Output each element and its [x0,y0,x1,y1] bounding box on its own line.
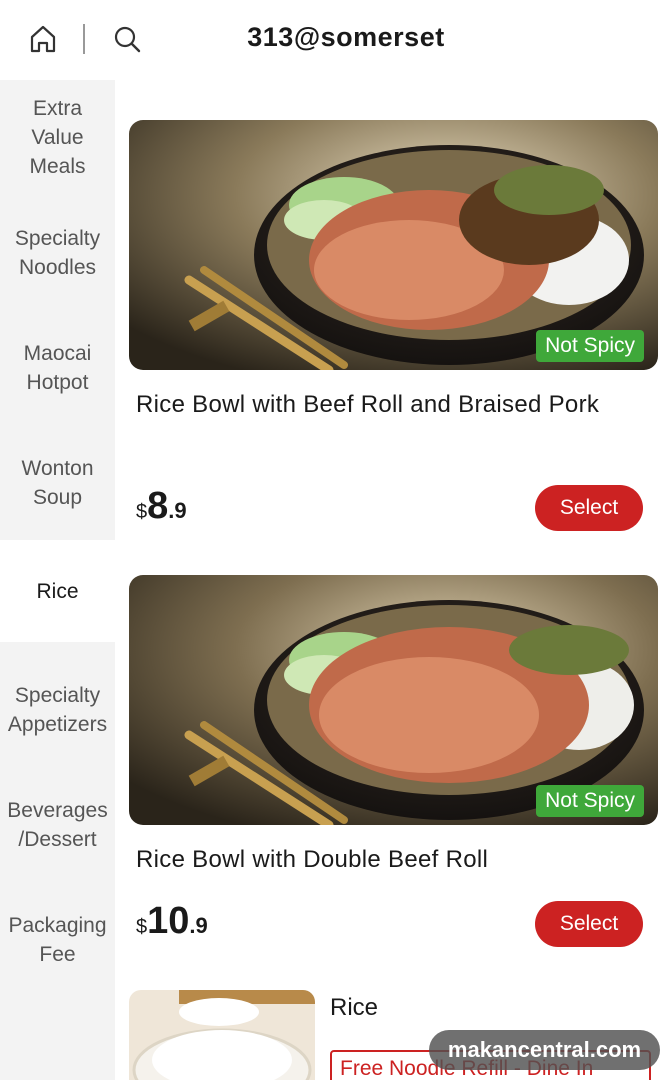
not-spicy-badge: Not Spicy [536,785,644,817]
sidebar-item-extra-value-meals[interactable]: Extra Value Meals [0,80,115,195]
product-price: $10.9 [136,900,208,943]
sidebar-item-label: Beverages /Dessert [7,798,108,851]
sidebar-item-label: Rice [36,579,79,603]
select-button[interactable]: Select [535,485,643,531]
product-image[interactable]: Not Spicy [129,575,658,825]
app-header: 313@somerset [0,0,672,80]
sidebar-item-label: Extra Value Meals [29,97,86,178]
sidebar-item-label: Wonton Soup [21,456,94,509]
plain-rice-photo [129,990,315,1080]
sidebar-item-maocai-hotpot[interactable]: Maocai Hotpot [0,310,115,425]
price-decimal: .9 [168,498,187,523]
product-name: Rice Bowl with Beef Roll and Braised Por… [136,391,600,418]
watermark: makancentral.com [429,1030,660,1070]
currency-symbol: $ [136,501,148,523]
sidebar-item-label: Maocai Hotpot [23,341,92,394]
product-image[interactable] [129,990,315,1080]
sidebar-item-specialty-appetizers[interactable]: Specialty Appetizers [0,652,115,767]
sidebar-item-specialty-noodles[interactable]: Specialty Noodles [0,195,115,310]
currency-symbol: $ [136,916,148,938]
sidebar-item-wonton-soup[interactable]: Wonton Soup [0,425,115,540]
product-name: Rice Bowl with Double Beef Roll [136,846,489,873]
sidebar-item-beverages-dessert[interactable]: Beverages /Dessert [0,767,115,882]
price-integer: 8 [147,485,169,527]
category-sidebar: Extra Value Meals Specialty Noodles Maoc… [0,80,115,1080]
not-spicy-badge: Not Spicy [536,330,644,362]
sidebar-item-rice[interactable]: Rice [0,540,115,642]
select-button[interactable]: Select [535,901,643,947]
store-title: 313@somerset [247,22,445,52]
product-list: Not Spicy Rice Bowl with Beef Roll and B… [115,80,672,1080]
product-name: Rice [330,994,379,1021]
sidebar-item-label: Packaging Fee [8,913,107,966]
sidebar-item-label: Specialty Appetizers [7,683,108,736]
price-decimal: .9 [189,913,208,938]
product-image[interactable]: Not Spicy [129,120,658,370]
sidebar-item-label: Specialty Noodles [14,226,101,279]
price-integer: 10 [147,900,190,942]
sidebar-item-packaging-fee[interactable]: Packaging Fee [0,882,115,997]
product-price: $8.9 [136,485,187,528]
